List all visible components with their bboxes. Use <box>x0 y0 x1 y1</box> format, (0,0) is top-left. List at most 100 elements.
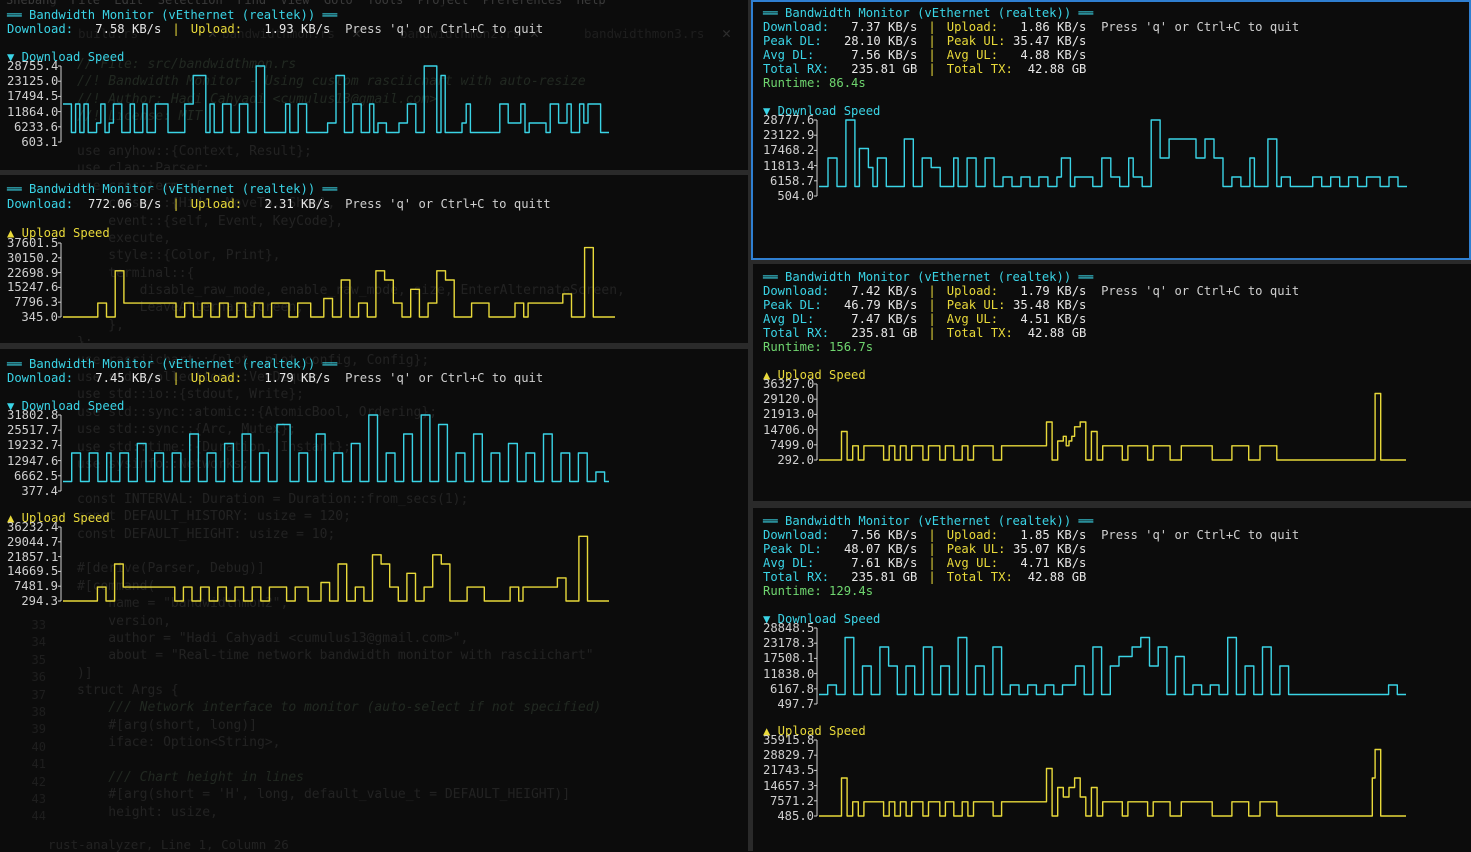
quit-hint: Press 'q' or Ctrl+C to quit <box>1101 20 1300 34</box>
upload-value: 1.86 KB/s <box>1020 20 1087 34</box>
speed-chart <box>58 242 615 318</box>
y-tick-label: 6662.5 <box>13 468 58 483</box>
upload-label: Upload: <box>190 22 243 36</box>
y-tick-label: 21743.5 <box>763 763 815 778</box>
y-tick-label: 7571.2 <box>769 793 814 808</box>
y-tick-label: 23125.0 <box>7 74 59 89</box>
upload-label: Upload: <box>946 20 999 34</box>
separator: | <box>928 556 936 570</box>
y-tick-label: 11838.0 <box>763 666 815 681</box>
y-tick-label: 23178.3 <box>763 636 815 651</box>
y-tick-label: 6233.6 <box>13 119 58 134</box>
upload-value: 4.71 KB/s <box>1020 556 1087 570</box>
terminal-pane-2[interactable]: ══ Bandwidth Monitor (vEthernet (realtek… <box>0 175 748 343</box>
runtime-label: Runtime: <box>763 584 822 598</box>
upload-label: Avg UL: <box>946 556 999 570</box>
download-value: 772.06 B/s <box>87 197 162 211</box>
y-tick-label: 29120.0 <box>763 392 815 407</box>
upload-label: Avg UL: <box>946 312 999 326</box>
speed-chart <box>58 526 609 602</box>
download-label: Download: <box>7 371 74 385</box>
pane-divider-h4[interactable] <box>753 501 1471 508</box>
y-tick-label: 35915.8 <box>763 733 815 747</box>
download-value: 7.42 KB/s <box>851 284 918 298</box>
separator: | <box>928 62 936 76</box>
terminal-pane-6[interactable]: ══ Bandwidth Monitor (vEthernet (realtek… <box>753 508 1471 851</box>
y-tick-label: 12947.6 <box>7 453 59 468</box>
quit-hint: Press 'q' or Ctrl+C to quit <box>345 371 544 385</box>
y-tick-label: 485.0 <box>777 809 814 823</box>
upload-value: 42.88 GB <box>1027 570 1087 584</box>
upload-label: Upload: <box>946 284 999 298</box>
upload-value: 42.88 GB <box>1027 62 1087 76</box>
y-tick-label: 11813.4 <box>763 158 815 173</box>
runtime-value: 156.7s <box>829 340 874 354</box>
upload-label: Total TX: <box>946 326 1013 340</box>
upload-label: Upload: <box>190 371 243 385</box>
terminal-pane-1[interactable]: ══ Bandwidth Monitor (vEthernet (realtek… <box>0 4 748 170</box>
y-tick-label: 6158.7 <box>769 173 814 188</box>
y-tick-label: 14657.3 <box>763 778 815 793</box>
upload-value: 1.79 KB/s <box>1020 284 1087 298</box>
download-label: Peak DL: <box>763 542 822 556</box>
download-value: 28.10 KB/s <box>843 34 918 48</box>
y-tick-label: 37601.5 <box>7 236 59 250</box>
download-label: Avg DL: <box>763 556 815 570</box>
upload-label: Peak UL: <box>946 298 1006 312</box>
download-label: Total RX: <box>763 62 830 76</box>
download-value: 7.56 KB/s <box>851 528 918 542</box>
y-tick-label: 31802.8 <box>7 408 59 422</box>
upload-value: 1.79 KB/s <box>264 371 331 385</box>
y-tick-label: 294.3 <box>21 594 58 608</box>
upload-value: 42.88 GB <box>1027 326 1087 340</box>
series-line <box>819 119 1407 188</box>
separator: | <box>172 197 180 211</box>
y-tick-label: 345.0 <box>21 310 58 324</box>
series-line <box>63 246 615 318</box>
quit-hint: Press 'q' or Ctrl+C to quit <box>1101 528 1300 542</box>
series-line <box>819 748 1406 817</box>
separator: | <box>928 326 936 340</box>
download-label: Total RX: <box>763 570 830 584</box>
y-tick-label: 28829.7 <box>763 748 815 763</box>
upload-value: 35.07 KB/s <box>1013 542 1087 556</box>
series-line <box>819 392 1406 461</box>
download-label: Peak DL: <box>763 298 822 312</box>
y-tick-label: 6167.8 <box>769 681 814 696</box>
upload-value: 1.85 KB/s <box>1020 528 1087 542</box>
y-tick-label: 28777.6 <box>763 113 815 127</box>
monitor-title: ══ Bandwidth Monitor (vEthernet (realtek… <box>763 6 1094 20</box>
download-value: 48.07 KB/s <box>843 542 918 556</box>
speed-chart <box>58 414 609 492</box>
terminal-pane-4[interactable]: ══ Bandwidth Monitor (vEthernet (realtek… <box>753 0 1471 258</box>
runtime-row: Runtime: 86.4s <box>763 76 866 90</box>
download-value: 7.61 KB/s <box>851 556 918 570</box>
quit-hint: Press 'q' or Ctrl+C to quitt <box>345 197 551 211</box>
y-tick-label: 36327.0 <box>763 377 815 391</box>
runtime-row: Runtime: 156.7s <box>763 340 873 354</box>
y-tick-label: 22698.9 <box>7 265 59 280</box>
upload-label: Upload: <box>946 528 999 542</box>
y-tick-label: 7481.9 <box>13 579 58 594</box>
download-label: Download: <box>7 197 74 211</box>
separator: | <box>172 371 180 385</box>
terminal-pane-5[interactable]: ══ Bandwidth Monitor (vEthernet (realtek… <box>753 264 1471 501</box>
separator: | <box>928 48 936 62</box>
runtime-label: Runtime: <box>763 340 822 354</box>
monitor-title: ══ Bandwidth Monitor (vEthernet (realtek… <box>763 270 1094 284</box>
download-label: Total RX: <box>763 326 830 340</box>
upload-label: Avg UL: <box>946 48 999 62</box>
upload-value: 35.47 KB/s <box>1013 34 1087 48</box>
terminal-pane-3[interactable]: ══ Bandwidth Monitor (vEthernet (realtek… <box>0 349 748 851</box>
y-tick-label: 7499.0 <box>769 437 814 452</box>
upload-value: 1.93 KB/s <box>264 22 331 36</box>
series-line <box>63 535 609 602</box>
speed-chart <box>814 119 1407 197</box>
speed-chart <box>58 65 609 143</box>
y-tick-label: 29044.7 <box>7 534 59 549</box>
download-label: Avg DL: <box>763 312 815 326</box>
download-value: 7.45 KB/s <box>95 371 162 385</box>
y-tick-label: 21913.0 <box>763 407 815 422</box>
separator: | <box>928 34 936 48</box>
download-label: Peak DL: <box>763 34 822 48</box>
